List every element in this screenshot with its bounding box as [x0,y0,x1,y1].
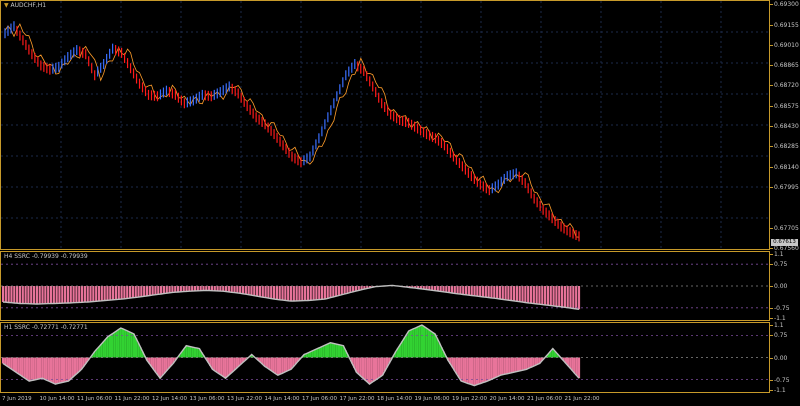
price-tick: 0.68865 [770,62,799,70]
price-axis[interactable]: 0.69300 0.69155 0.69010 0.68865 0.68720 0.685… [770,0,800,252]
price-tick: 0.68285 [770,143,799,151]
symbol-label: ▼ AUDCHF,H1 [4,2,46,9]
price-tick: 0.67705 [770,224,799,232]
time-tick: 11 Jun 06:00 [77,396,112,402]
time-tick: 17 Jun 06:00 [302,396,337,402]
price-tick: 0.68430 [770,123,799,131]
ssrc-h1-pane[interactable]: H1 SSRC -0.72771 -0.72771 [0,322,770,393]
time-tick: 19 Jun 22:00 [452,396,487,402]
time-tick: 19 Jun 06:00 [414,396,450,402]
time-tick: 14 Jun 14:00 [264,396,300,402]
ssrc-tick: 0.00 [769,283,788,290]
time-tick: 17 Jun 22:00 [339,396,375,402]
triangle-down-icon[interactable]: ▼ [4,2,9,9]
price-tick: 0.68575 [770,102,799,110]
ssrc-h4-axis: 1.1 0.75 0.00 -0.75 -1.1 [769,251,800,322]
time-tick: 12 Jun 14:00 [152,396,187,402]
ssrc-tick: -0.75 [770,304,790,312]
ssrc-h4-pane[interactable]: H4 SSRC -0.79939 -0.79939 [0,251,770,321]
time-tick: 7 Jun 2019 [2,396,32,402]
ssrc-tick: -1.1 [770,387,786,394]
ssrc-tick: 1.1 [770,322,784,329]
ssrc-h1-label: H1 SSRC -0.72771 -0.72771 [4,324,88,331]
current-price-badge: 0.67613 [771,239,798,246]
time-tick: 21 Jun 22:00 [564,396,600,402]
time-axis[interactable]: 7 Jun 2019 10 Jun 14:00 11 Jun 06:00 11 Jun… [0,393,770,406]
price-tick: 0.67995 [770,184,799,192]
time-tick: 20 Jun 14:00 [489,396,525,402]
time-tick: 21 Jun 06:00 [527,396,562,402]
ssrc-tick: 0.75 [769,261,788,269]
price-chart-pane[interactable]: ▼ AUDCHF,H1 [0,0,770,250]
ssrc-tick: 0.00 [769,354,788,362]
ssrc-h1-canvas[interactable] [1,323,769,392]
price-tick: 0.68720 [770,82,799,90]
price-tick: 0.69300 [770,1,799,9]
time-tick: 18 Jun 14:00 [377,396,412,402]
ssrc-tick: 1.1 [770,251,784,258]
ssrc-h1-axis: 1.1 0.75 0.00 -0.75 -1.1 [769,322,800,394]
ssrc-h4-canvas[interactable] [1,252,769,320]
symbol-text: AUDCHF,H1 [10,2,47,9]
ssrc-tick: -0.75 [770,376,790,384]
time-tick: 13 Jun 06:00 [189,396,225,402]
signal-line [4,23,580,238]
price-chart-canvas[interactable] [1,1,769,249]
time-tick: 11 Jun 22:00 [114,396,150,402]
ssrc-tick: 0.75 [769,332,788,340]
price-tick: 0.69010 [770,41,799,49]
time-tick: 10 Jun 14:00 [39,396,75,402]
price-tick: 0.69155 [770,21,799,29]
ssrc-tick: -1.1 [770,315,786,322]
ssrc-h4-label: H4 SSRC -0.79939 -0.79939 [4,253,88,260]
price-tick: 0.68140 [770,163,799,171]
time-tick: 13 Jun 22:00 [227,396,262,402]
